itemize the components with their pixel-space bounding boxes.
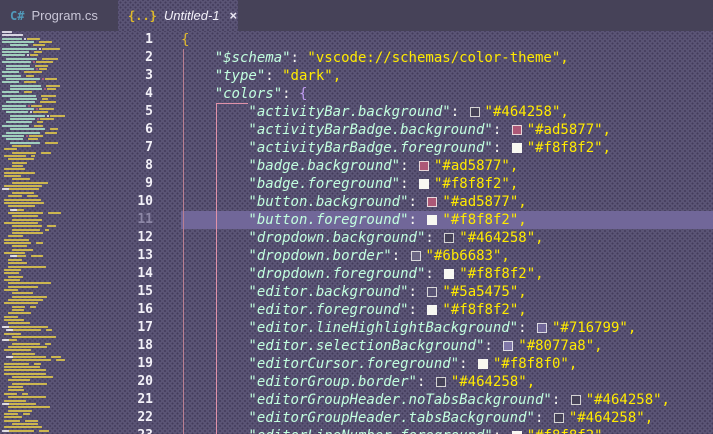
color-swatch[interactable] bbox=[427, 215, 437, 225]
color-swatch[interactable] bbox=[537, 323, 547, 333]
line-number[interactable]: 3 bbox=[0, 67, 153, 85]
code-line[interactable]: 23 "editorLineNumber.foreground": "#f8f8f… bbox=[0, 427, 713, 434]
code-line-content: "editorGroupHeader.noTabsBackground": "#… bbox=[181, 391, 713, 409]
json-file-icon: {..} bbox=[128, 9, 157, 23]
code-line-content: "type": "dark", bbox=[181, 67, 713, 85]
code-line-content: "$schema": "vscode://schemas/color-theme… bbox=[181, 49, 713, 67]
line-number[interactable]: 17 bbox=[0, 319, 153, 337]
code-line[interactable]: 19 "editorCursor.foreground": "#f8f8f0", bbox=[0, 355, 713, 373]
line-number[interactable]: 7 bbox=[0, 139, 153, 157]
color-swatch[interactable] bbox=[512, 143, 522, 153]
code-line[interactable]: 4 "colors": { bbox=[0, 85, 713, 103]
code-line-content: "editor.background": "#5a5475", bbox=[181, 283, 713, 301]
code-line[interactable]: 16 "editor.foreground": "#f8f8f2", bbox=[0, 301, 713, 319]
code-line-content: "badge.background": "#ad5877", bbox=[181, 157, 713, 175]
close-icon[interactable]: × bbox=[230, 9, 238, 22]
code-line-content: "editor.selectionBackground": "#8077a8", bbox=[181, 337, 713, 355]
line-number[interactable]: 4 bbox=[0, 85, 153, 103]
line-number[interactable]: 21 bbox=[0, 391, 153, 409]
line-number[interactable]: 14 bbox=[0, 265, 153, 283]
code-line[interactable]: 11 "button.foreground": "#f8f8f2", bbox=[0, 211, 713, 229]
editor-tab-bar: C# Program.cs {..} Untitled-1 × bbox=[0, 0, 713, 31]
line-number[interactable]: 10 bbox=[0, 193, 153, 211]
tab-untitled-1[interactable]: {..} Untitled-1 × bbox=[118, 0, 238, 31]
color-swatch[interactable] bbox=[444, 269, 454, 279]
code-line[interactable]: 6 "activityBarBadge.background": "#ad5877… bbox=[0, 121, 713, 139]
code-line-content: "dropdown.border": "#6b6683", bbox=[181, 247, 713, 265]
color-swatch[interactable] bbox=[411, 251, 421, 261]
line-number[interactable]: 16 bbox=[0, 301, 153, 319]
line-number[interactable]: 2 bbox=[0, 49, 153, 67]
code-line[interactable]: 17 "editor.lineHighlightBackground": "#71… bbox=[0, 319, 713, 337]
code-line[interactable]: 10 "button.background": "#ad5877", bbox=[0, 193, 713, 211]
code-line-content: "dropdown.foreground": "#f8f8f2", bbox=[181, 265, 713, 283]
color-swatch[interactable] bbox=[478, 359, 488, 369]
code-line[interactable]: 3 "type": "dark", bbox=[0, 67, 713, 85]
code-line-content: "editorCursor.foreground": "#f8f8f0", bbox=[181, 355, 713, 373]
code-line-content: "badge.foreground": "#f8f8f2", bbox=[181, 175, 713, 193]
code-line[interactable]: 20 "editorGroup.border": "#464258", bbox=[0, 373, 713, 391]
line-number[interactable]: 15 bbox=[0, 283, 153, 301]
code-lines[interactable]: 1{2"$schema": "vscode://schemas/color-th… bbox=[0, 31, 713, 434]
color-swatch[interactable] bbox=[470, 107, 480, 117]
line-number[interactable]: 6 bbox=[0, 121, 153, 139]
code-line-content: "editorLineNumber.foreground": "#f8f8f2"… bbox=[181, 427, 713, 434]
line-number[interactable]: 1 bbox=[0, 31, 153, 49]
color-swatch[interactable] bbox=[419, 161, 429, 171]
line-number[interactable]: 18 bbox=[0, 337, 153, 355]
code-line[interactable]: 18 "editor.selectionBackground": "#8077a8… bbox=[0, 337, 713, 355]
color-swatch[interactable] bbox=[419, 179, 429, 189]
code-line[interactable]: 21 "editorGroupHeader.noTabsBackground": … bbox=[0, 391, 713, 409]
color-swatch[interactable] bbox=[444, 233, 454, 243]
line-number[interactable]: 22 bbox=[0, 409, 153, 427]
line-number[interactable]: 20 bbox=[0, 373, 153, 391]
line-number[interactable]: 5 bbox=[0, 103, 153, 121]
code-line[interactable]: 12 "dropdown.background": "#464258", bbox=[0, 229, 713, 247]
color-swatch[interactable] bbox=[427, 305, 437, 315]
editor-pane[interactable]: 1{2"$schema": "vscode://schemas/color-th… bbox=[0, 31, 713, 434]
code-line-content: "button.background": "#ad5877", bbox=[181, 193, 713, 211]
code-line-content: "activityBarBadge.foreground": "#f8f8f2"… bbox=[181, 139, 713, 157]
color-swatch[interactable] bbox=[571, 395, 581, 405]
code-line-content: "activityBar.background": "#464258", bbox=[181, 103, 713, 121]
line-number[interactable]: 11 bbox=[0, 211, 153, 229]
code-line[interactable]: 9 "badge.foreground": "#f8f8f2", bbox=[0, 175, 713, 193]
csharp-file-icon: C# bbox=[10, 9, 24, 23]
code-line-content: "editor.lineHighlightBackground": "#7167… bbox=[181, 319, 713, 337]
color-swatch[interactable] bbox=[436, 377, 446, 387]
code-line[interactable]: 13 "dropdown.border": "#6b6683", bbox=[0, 247, 713, 265]
code-line[interactable]: 5 "activityBar.background": "#464258", bbox=[0, 103, 713, 121]
code-line[interactable]: 15 "editor.background": "#5a5475", bbox=[0, 283, 713, 301]
code-line[interactable]: 8 "badge.background": "#ad5877", bbox=[0, 157, 713, 175]
code-line-content: "colors": { bbox=[181, 85, 713, 103]
code-line-content: "editorGroup.border": "#464258", bbox=[181, 373, 713, 391]
line-number[interactable]: 19 bbox=[0, 355, 153, 373]
color-swatch[interactable] bbox=[554, 413, 564, 423]
color-swatch[interactable] bbox=[427, 287, 437, 297]
color-swatch[interactable] bbox=[503, 341, 513, 351]
code-line[interactable]: 14 "dropdown.foreground": "#f8f8f2", bbox=[0, 265, 713, 283]
code-line-content: "editorGroupHeader.tabsBackground": "#46… bbox=[181, 409, 713, 427]
code-line-content: "dropdown.background": "#464258", bbox=[181, 229, 713, 247]
code-line[interactable]: 2 "$schema": "vscode://schemas/color-them… bbox=[0, 49, 713, 67]
tab-label: Untitled-1 bbox=[164, 8, 220, 23]
code-line[interactable]: 7 "activityBarBadge.foreground": "#f8f8f2… bbox=[0, 139, 713, 157]
code-line[interactable]: 1{ bbox=[0, 31, 713, 49]
line-number[interactable]: 23 bbox=[0, 427, 153, 434]
line-number[interactable]: 13 bbox=[0, 247, 153, 265]
color-swatch[interactable] bbox=[427, 197, 437, 207]
line-number[interactable]: 9 bbox=[0, 175, 153, 193]
vscode-window: C# Program.cs {..} Untitled-1 × 1{2"$sch… bbox=[0, 0, 713, 434]
code-line-content: "activityBarBadge.background": "#ad5877"… bbox=[181, 121, 713, 139]
tab-program-cs[interactable]: C# Program.cs bbox=[0, 0, 118, 31]
code-line-content: "button.foreground": "#f8f8f2", bbox=[181, 211, 713, 229]
code-line-content: { bbox=[181, 31, 713, 49]
line-number[interactable]: 8 bbox=[0, 157, 153, 175]
line-number[interactable]: 12 bbox=[0, 229, 153, 247]
tab-label: Program.cs bbox=[31, 8, 97, 23]
code-line-content: "editor.foreground": "#f8f8f2", bbox=[181, 301, 713, 319]
color-swatch[interactable] bbox=[512, 125, 522, 135]
code-line[interactable]: 22 "editorGroupHeader.tabsBackground": "#… bbox=[0, 409, 713, 427]
